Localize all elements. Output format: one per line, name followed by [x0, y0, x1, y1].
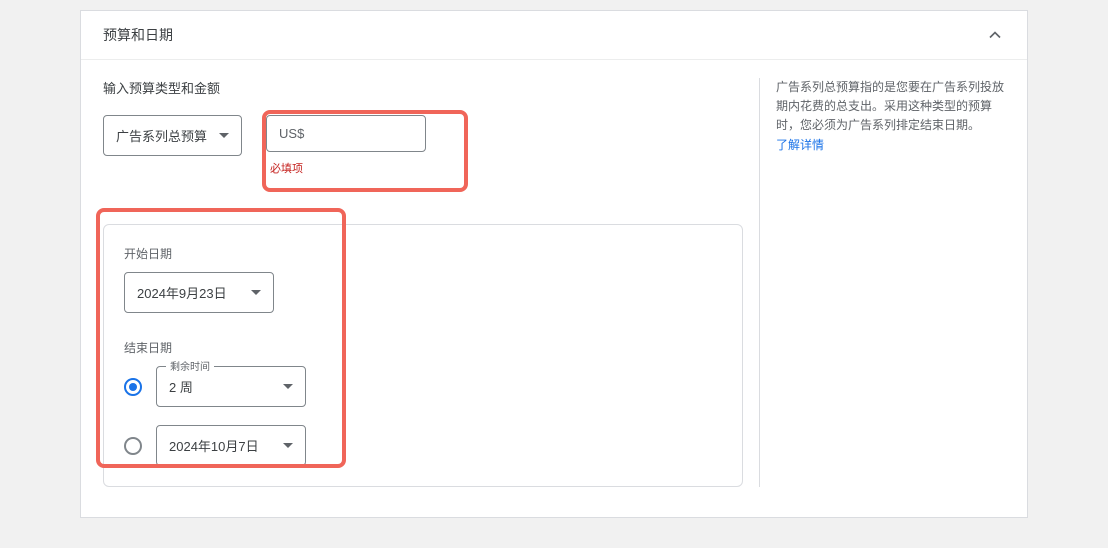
end-date-value: 2024年10月7日 [169, 436, 259, 455]
card-header: 预算和日期 [81, 11, 1027, 60]
help-text: 广告系列总预算指的是您要在广告系列投放期内花费的总支出。采用这种类型的预算时，您… [776, 80, 1004, 132]
learn-more-link[interactable]: 了解详情 [776, 138, 824, 152]
end-date-select[interactable]: 2024年10月7日 [156, 425, 306, 466]
caret-down-icon [219, 133, 229, 138]
budget-error-text: 必填项 [266, 160, 426, 176]
start-date-label: 开始日期 [124, 245, 722, 262]
end-by-date-radio[interactable] [124, 437, 142, 455]
duration-value: 2 周 [169, 377, 193, 396]
duration-legend: 剩余时间 [166, 358, 214, 373]
help-panel: 广告系列总预算指的是您要在广告系列投放期内花费的总支出。采用这种类型的预算时，您… [759, 78, 1005, 487]
caret-down-icon [283, 443, 293, 448]
budget-type-select[interactable]: 广告系列总预算 [103, 115, 242, 156]
budget-section-label: 输入预算类型和金额 [103, 78, 743, 97]
start-date-value: 2024年9月23日 [137, 283, 227, 302]
budget-type-label: 广告系列总预算 [116, 126, 207, 145]
end-date-label: 结束日期 [124, 339, 722, 356]
dates-panel: 开始日期 2024年9月23日 结束日期 剩余时间 [103, 224, 743, 487]
budget-amount-input[interactable]: US$ [266, 115, 426, 152]
currency-prefix: US$ [279, 126, 304, 141]
caret-down-icon [251, 290, 261, 295]
caret-down-icon [283, 384, 293, 389]
budget-dates-card: 预算和日期 输入预算类型和金额 广告系列总预算 [80, 10, 1028, 518]
radio-checked-icon [129, 383, 137, 391]
start-date-select[interactable]: 2024年9月23日 [124, 272, 274, 313]
card-title: 预算和日期 [103, 25, 173, 45]
collapse-icon[interactable] [985, 25, 1005, 45]
end-by-duration-radio[interactable] [124, 378, 142, 396]
